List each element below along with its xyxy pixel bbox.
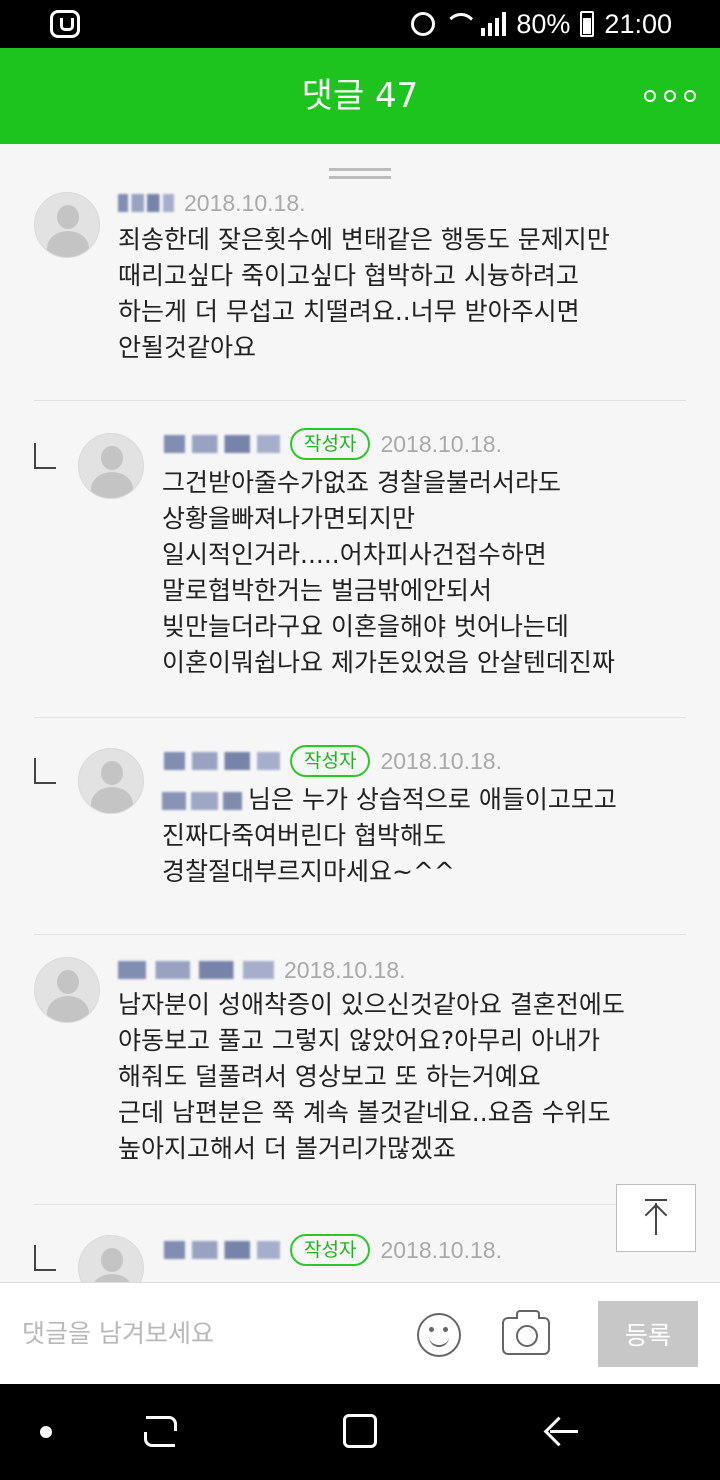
scroll-to-top-icon[interactable] [616, 1184, 696, 1252]
reply-indent-icon [34, 443, 56, 469]
camera-icon[interactable] [502, 1310, 550, 1355]
arrow-up-icon [644, 1203, 668, 1227]
comment-date: 2018.10.18. [184, 189, 306, 216]
comment-reply-item: 작성자 2018.10.18. 님은 누가 상습적으로 애들이고모고 진짜다죽여… [0, 718, 720, 934]
wifi-icon [445, 13, 471, 35]
author-badge: 작성자 [290, 1234, 371, 1266]
status-icons: 80% 21:00 [411, 0, 672, 48]
comment-text: 남자분이 성애착증이 있으신것같아요 결혼전에도 야동보고 풀고 그렇지 않았어… [118, 990, 625, 1163]
battery-icon [580, 11, 595, 37]
nav-dot-icon[interactable] [40, 1426, 52, 1438]
comment-meta: 2018.10.18. [118, 953, 406, 987]
comment-meta: 작성자 2018.10.18. [164, 744, 502, 778]
nickname-blurred[interactable] [164, 435, 280, 453]
comment-meta: 작성자 2018.10.18. [164, 1233, 502, 1267]
nickname-blurred[interactable] [118, 961, 274, 979]
default-avatar-icon[interactable] [78, 748, 144, 814]
comment-input-bar: 등록 [0, 1282, 720, 1384]
comment-text: 죄송한데 잦은횟수에 변태같은 행동도 문제지만 때리고싶다 죽이고싶다 협박하… [118, 225, 610, 362]
reply-indent-icon [34, 1245, 56, 1271]
default-avatar-icon[interactable] [78, 433, 144, 499]
comment-date: 2018.10.18. [380, 747, 502, 774]
emoji-icon[interactable] [417, 1313, 461, 1357]
comment-date: 2018.10.18. [380, 1236, 502, 1263]
more-dots-icon[interactable] [644, 80, 696, 112]
signal-icon [481, 12, 507, 36]
recent-apps-icon[interactable] [142, 1414, 177, 1448]
clock: 21:00 [604, 8, 672, 39]
default-avatar-icon[interactable] [78, 1235, 144, 1282]
app-notification-icon [50, 10, 80, 38]
nickname-blurred[interactable] [118, 194, 174, 212]
header-bar: 댓글 47 [0, 48, 720, 144]
comment-reply-item: 작성자 2018.10.18. 그건받아줄수가없죠 경찰을불러서라도 상황을빠져… [0, 401, 720, 717]
comment-item: 2018.10.18. 죄송한데 잦은횟수에 변태같은 행동도 문제지만 때리고… [0, 144, 720, 400]
default-avatar-icon[interactable] [34, 957, 100, 1023]
nickname-blurred[interactable] [164, 1241, 280, 1259]
comment-list[interactable]: 2018.10.18. 죄송한데 잦은횟수에 변태같은 행동도 문제지만 때리고… [0, 144, 720, 1282]
comment-input[interactable] [22, 1311, 382, 1355]
nickname-blurred[interactable] [164, 752, 280, 770]
comment-meta: 작성자 2018.10.18. [164, 427, 502, 461]
status-bar: 80% 21:00 [0, 0, 720, 48]
comment-reply-item: 작성자 2018.10.18. [0, 1205, 720, 1282]
author-badge: 작성자 [290, 428, 371, 460]
comment-text: 그건받아줄수가없죠 경찰을불러서라도 상황을빠져나가면되지만 일시적인거라...… [162, 468, 615, 677]
submit-button[interactable]: 등록 [598, 1301, 698, 1367]
battery-percent: 80% [516, 8, 571, 39]
default-avatar-icon[interactable] [34, 192, 100, 258]
author-badge: 작성자 [290, 745, 371, 777]
page-title: 댓글 47 [301, 76, 419, 116]
reply-indent-icon [34, 758, 56, 784]
comment-date: 2018.10.18. [284, 956, 406, 983]
alarm-icon [411, 12, 436, 36]
back-icon[interactable] [544, 1414, 580, 1448]
home-icon[interactable] [343, 1414, 377, 1448]
comment-text: 님은 누가 상습적으로 애들이고모고 진짜다죽여버린다 협박해도 경찰절대부르지… [162, 782, 617, 890]
comment-item: 2018.10.18. 남자분이 성애착증이 있으신것같아요 결혼전에도 야동보… [0, 935, 720, 1205]
mention-blurred[interactable] [162, 792, 242, 810]
comment-meta: 2018.10.18. [118, 186, 306, 220]
comment-date: 2018.10.18. [380, 430, 502, 457]
system-nav-bar [0, 1384, 720, 1480]
